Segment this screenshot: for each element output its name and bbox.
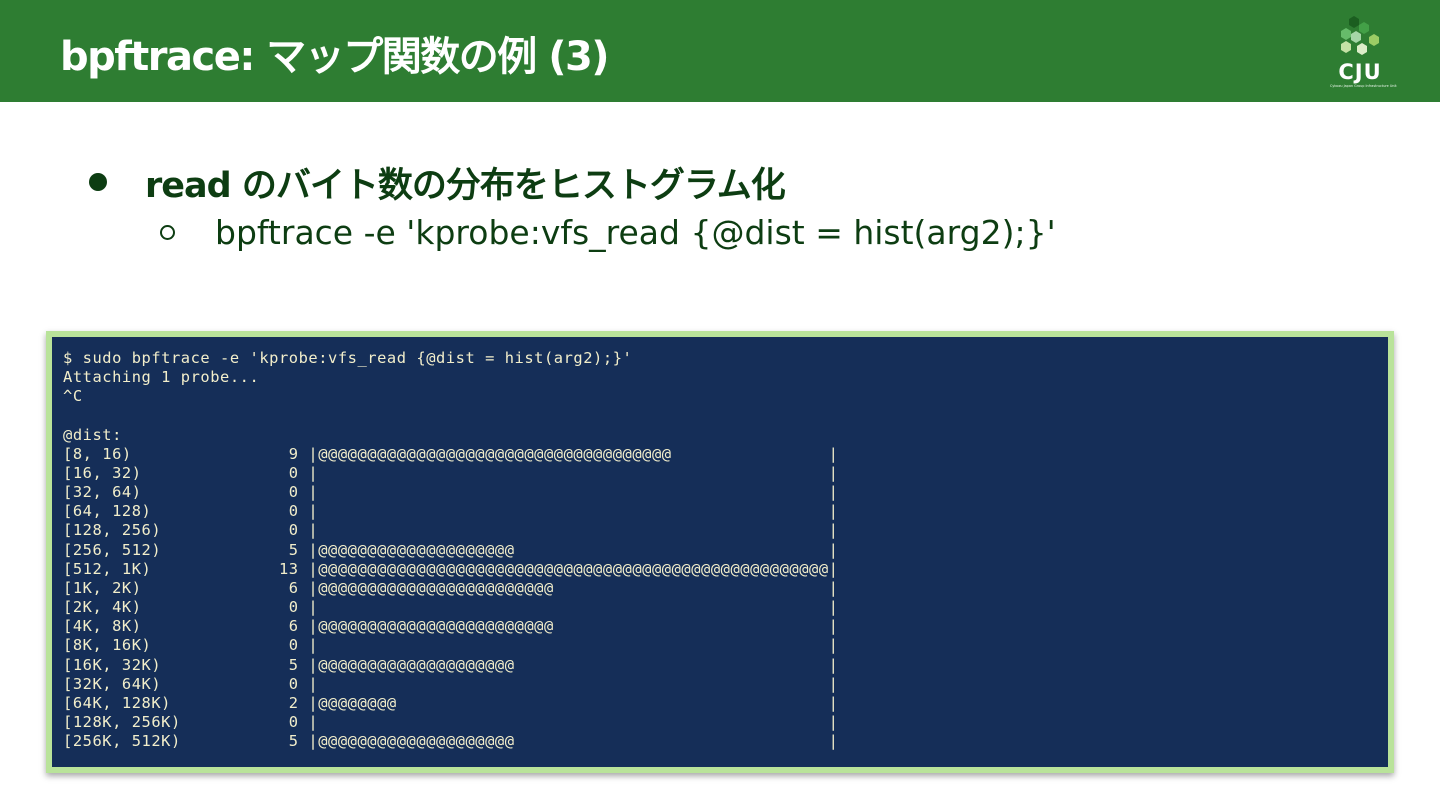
terminal-line: [128K, 256K) 0 | | [63,712,839,731]
slide-title: bpftrace: マップ関数の例 (3) [60,34,610,80]
terminal-window: $ sudo bpftrace -e 'kprobe:vfs_read {@di… [52,337,1388,767]
terminal-line: [256, 512) 5 |@@@@@@@@@@@@@@@@@@@@ | [63,540,839,559]
terminal-frame: $ sudo bpftrace -e 'kprobe:vfs_read {@di… [46,331,1394,773]
terminal-line: [16K, 32K) 5 |@@@@@@@@@@@@@@@@@@@@ | [63,655,839,674]
title-bar: bpftrace: マップ関数の例 (3) CJU Cybozu Japan G… [0,0,1440,102]
bullet-dot-icon [89,173,107,191]
terminal-line: [8K, 16K) 0 | | [63,636,839,655]
terminal-line: [256K, 512K) 5 |@@@@@@@@@@@@@@@@@@@@ | [63,732,839,751]
bullet-level-2: bpftrace -e 'kprobe:vfs_read {@dist = hi… [160,208,1056,256]
bullet-circle-icon [160,224,175,240]
terminal-line: [2K, 4K) 0 | | [63,598,839,617]
hexagon-cluster-icon [1341,16,1379,55]
terminal-line: Attaching 1 probe... [63,368,260,387]
terminal-line: [16, 32) 0 | | [63,463,839,482]
bullet-level-2-text: bpftrace -e 'kprobe:vfs_read {@dist = hi… [215,212,1056,252]
logo-wordmark: CJU [1338,60,1382,84]
terminal-line: [1K, 2K) 6 |@@@@@@@@@@@@@@@@@@@@@@@@ | [63,578,839,597]
terminal-output: $ sudo bpftrace -e 'kprobe:vfs_read {@di… [63,349,1388,751]
logo-tagline: Cybozu Japan Group Infrastructure Unit [1330,84,1397,88]
terminal-line: [64, 128) 0 | | [63,502,839,521]
terminal-line: [128, 256) 0 | | [63,521,839,540]
terminal-line: [64K, 128K) 2 |@@@@@@@@ | [63,693,839,712]
bullet-level-1: read のバイト数の分布をヒストグラム化 [86,158,786,206]
terminal-line: $ sudo bpftrace -e 'kprobe:vfs_read {@di… [63,349,633,367]
bullet-level-1-text: read のバイト数の分布をヒストグラム化 [145,165,786,206]
cju-logo: CJU Cybozu Japan Group Infrastructure Un… [1330,14,1397,92]
terminal-line: [4K, 8K) 6 |@@@@@@@@@@@@@@@@@@@@@@@@ | [63,617,839,636]
slide: bpftrace: マップ関数の例 (3) CJU Cybozu Japan G… [0,0,1440,810]
terminal-line: [32, 64) 0 | | [63,483,839,502]
terminal-line: [8, 16) 9 |@@@@@@@@@@@@@@@@@@@@@@@@@@@@@… [63,444,839,463]
terminal-line: @dist: [63,425,122,444]
terminal-line: [32K, 64K) 0 | | [63,674,839,693]
terminal-line: [512, 1K) 13 |@@@@@@@@@@@@@@@@@@@@@@@@@@… [63,559,839,578]
terminal-line: ^C [63,387,83,406]
